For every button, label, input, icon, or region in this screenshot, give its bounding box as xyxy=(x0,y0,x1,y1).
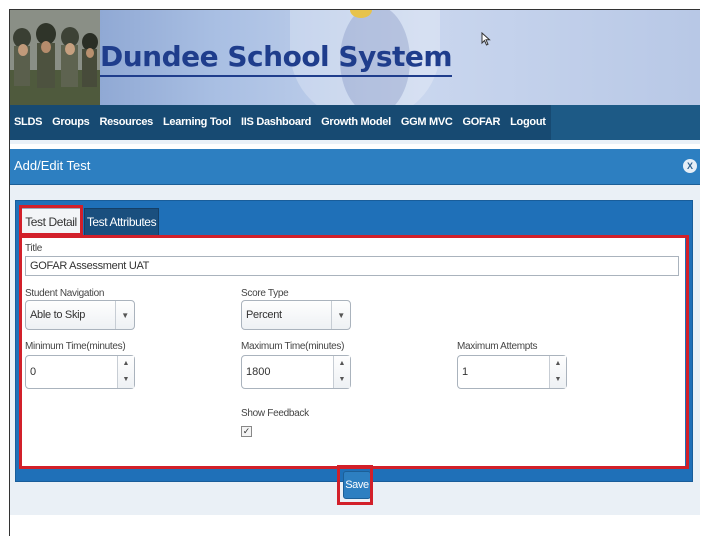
tab-highlight-box xyxy=(19,205,83,236)
nav-item-groups[interactable]: Groups xyxy=(47,105,94,140)
browser-frame: Dundee School System SLDS Groups Resourc… xyxy=(9,9,700,536)
dialog-body: Test Detail Test Attributes Title GOFAR … xyxy=(10,185,700,515)
dialog-title: Add/Edit Test xyxy=(14,158,91,173)
nav-item-slds[interactable]: SLDS xyxy=(10,105,47,140)
tab-test-attributes[interactable]: Test Attributes xyxy=(84,208,159,235)
nav-item-iis-dashboard[interactable]: IIS Dashboard xyxy=(236,105,316,140)
nav-item-gofar[interactable]: GOFAR xyxy=(458,105,506,140)
site-title-underline xyxy=(100,75,453,77)
nav-item-logout[interactable]: Logout xyxy=(505,105,550,140)
main-nav: SLDS Groups Resources Learning Tool IIS … xyxy=(10,105,700,144)
soldiers-logo-image xyxy=(10,10,100,105)
form-highlight-box xyxy=(19,235,689,469)
site-title-text: Dundee School System xyxy=(100,40,453,73)
tab-panel: Test Detail Test Attributes Title GOFAR … xyxy=(15,200,693,482)
nav-item-resources[interactable]: Resources xyxy=(94,105,158,140)
nav-items: SLDS Groups Resources Learning Tool IIS … xyxy=(10,105,551,140)
site-title: Dundee School System xyxy=(100,40,453,77)
close-icon[interactable]: X xyxy=(683,159,697,173)
mouse-cursor-icon xyxy=(481,32,491,46)
save-highlight-box xyxy=(337,465,373,505)
header-banner: Dundee School System xyxy=(10,10,700,105)
nav-item-growth-model[interactable]: Growth Model xyxy=(316,105,396,140)
dialog-header: Add/Edit Test X xyxy=(10,149,700,185)
nav-item-ggm-mvc[interactable]: GGM MVC xyxy=(396,105,458,140)
nav-item-learning-tool[interactable]: Learning Tool xyxy=(158,105,236,140)
